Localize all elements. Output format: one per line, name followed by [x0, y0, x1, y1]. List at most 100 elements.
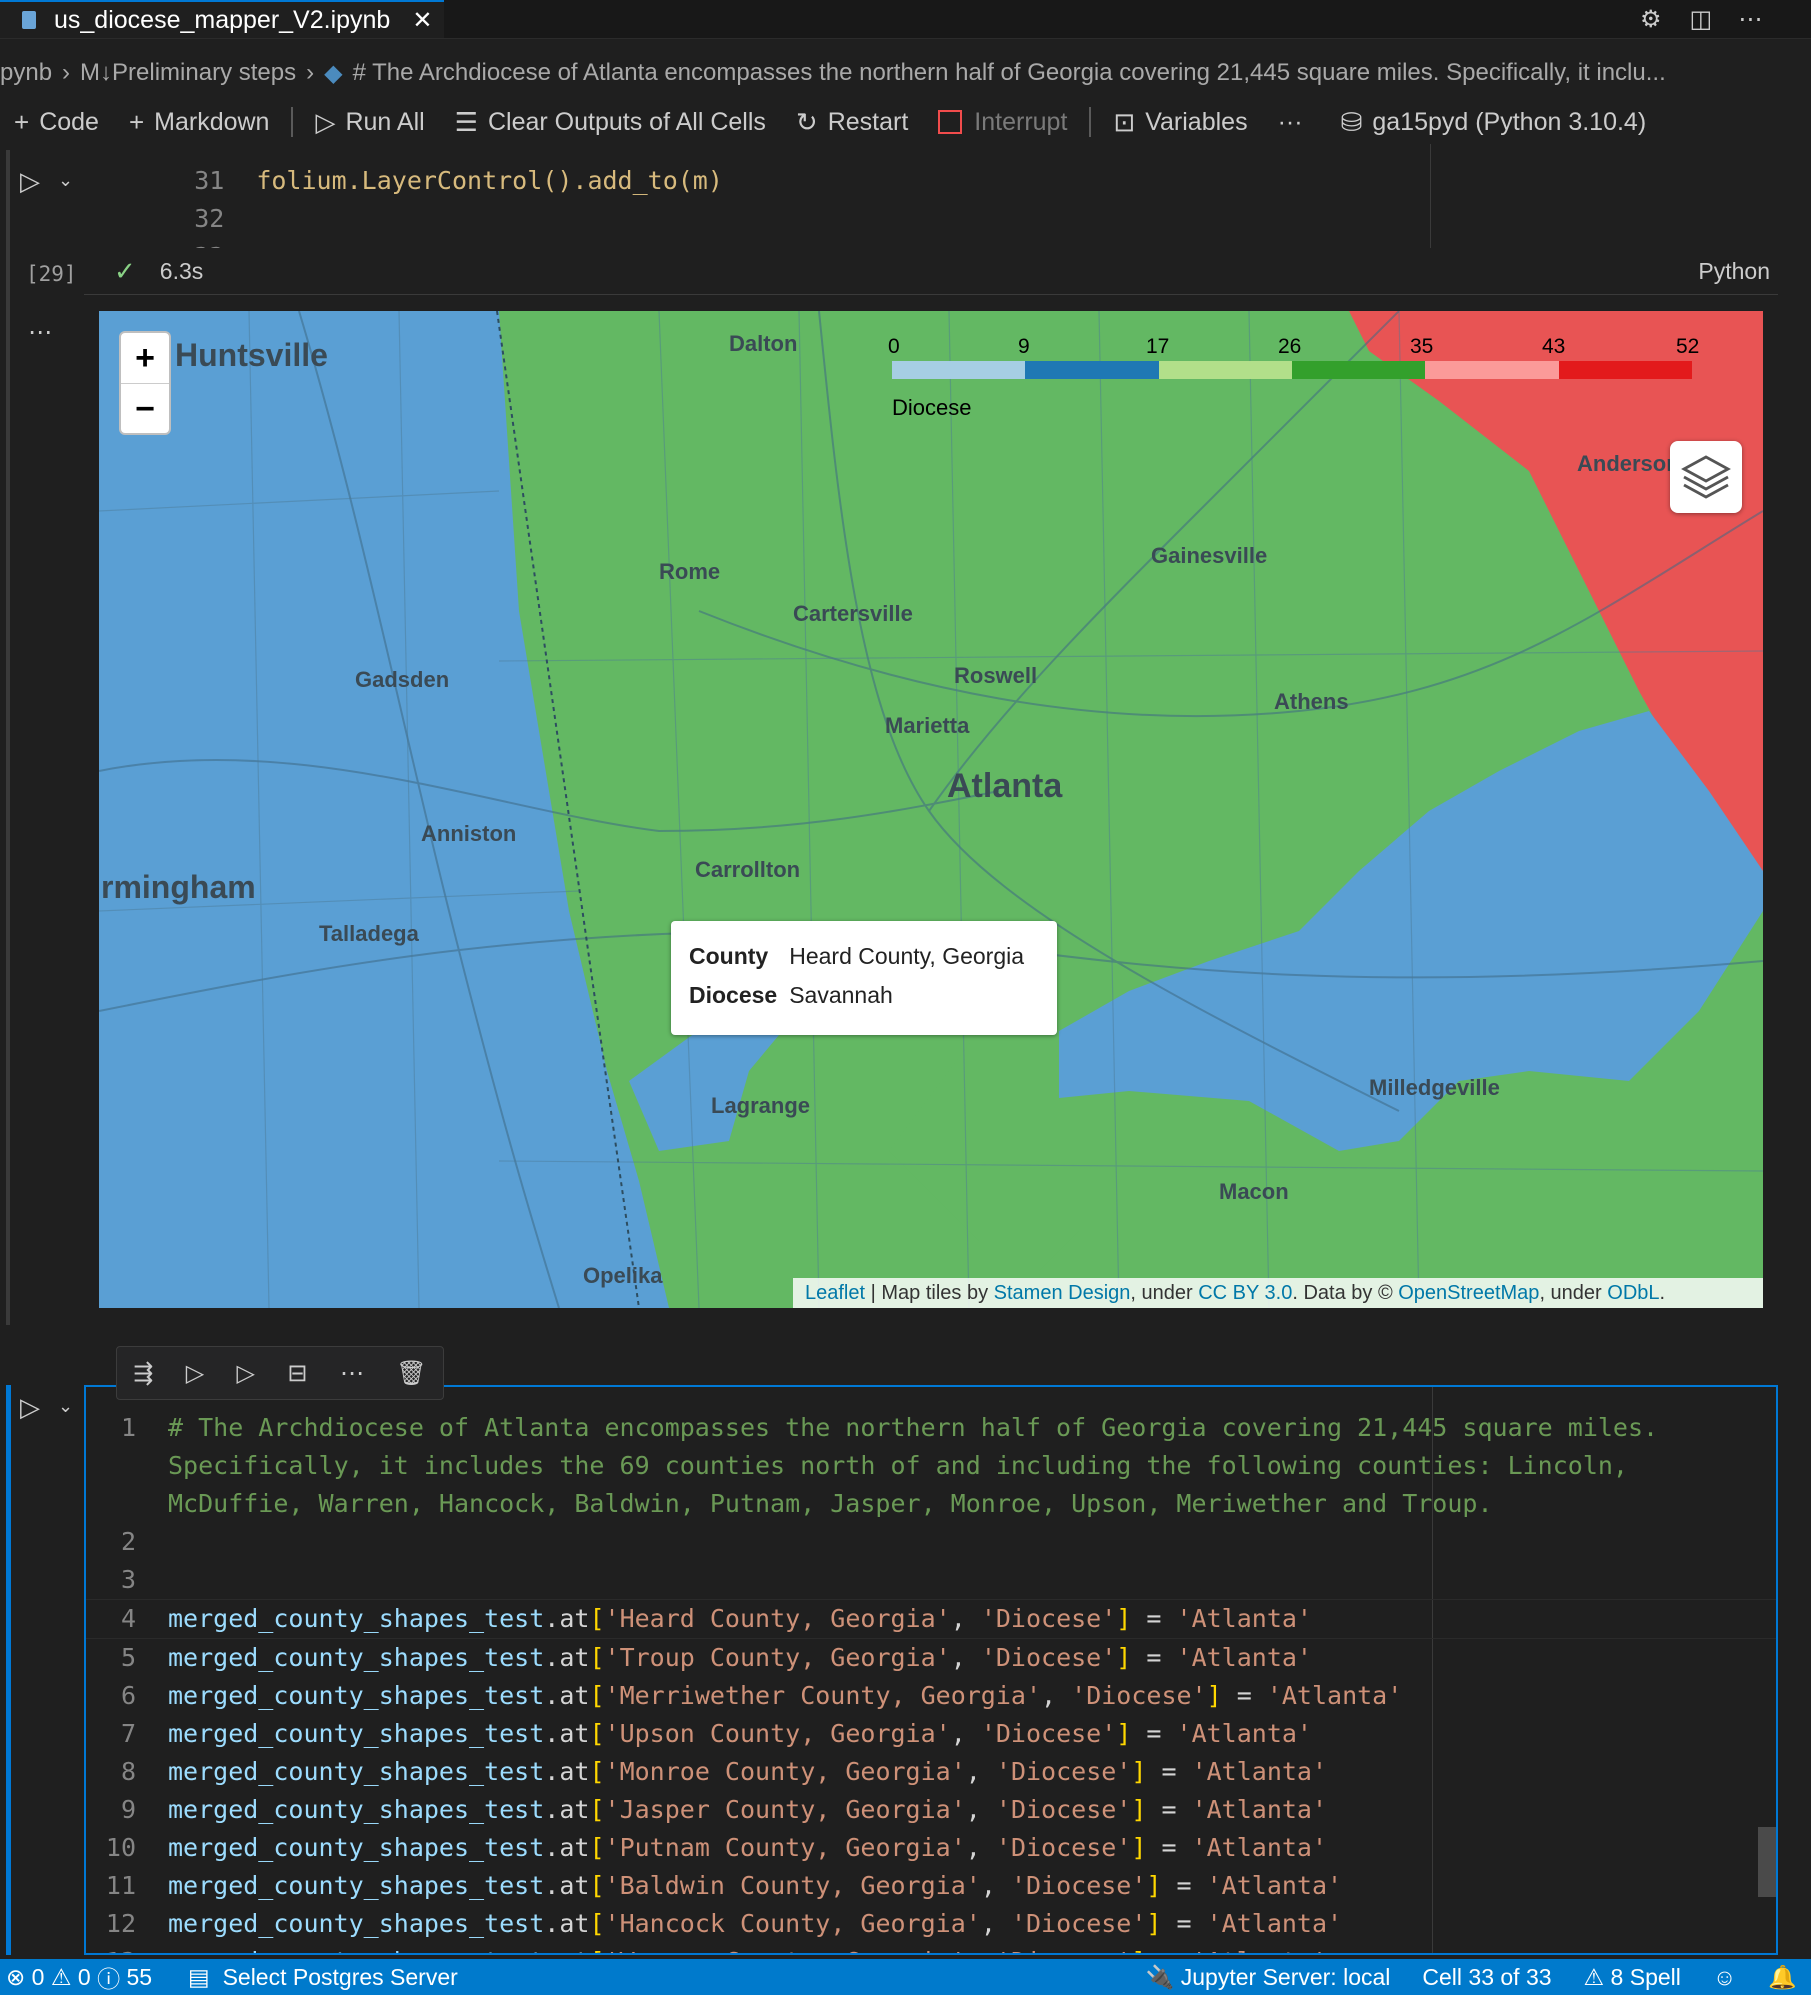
cell-position[interactable]: Cell 33 of 33 — [1422, 1964, 1551, 1991]
run-all-button[interactable]: ▷ Run All — [315, 107, 424, 138]
map-tooltip: County Heard County, Georgia Diocese Sav… — [671, 921, 1057, 1035]
delete-cell-icon[interactable]: 🗑 — [396, 1359, 426, 1388]
code-bracket: ] — [1131, 1757, 1147, 1786]
checkmark-icon: ✓ — [114, 256, 136, 286]
more-actions-icon[interactable]: ⋯ — [1738, 5, 1762, 34]
feedback-icon[interactable]: ☺ — [1713, 1964, 1736, 1991]
leaflet-link[interactable]: Leaflet — [805, 1282, 865, 1305]
add-code-cell-button[interactable]: + Code — [14, 107, 99, 138]
choropleth-layer — [99, 311, 1763, 1308]
kernel-picker[interactable]: ⛁ ga15pyd (Python 3.10.4) — [1341, 107, 1647, 138]
breadcrumb-item-file[interactable]: pynb — [0, 59, 52, 87]
split-cell-icon[interactable]: ⊟ — [287, 1359, 307, 1388]
code-quote: ' — [604, 1757, 620, 1786]
code-assign: = — [1161, 1871, 1207, 1900]
more-cell-actions-icon[interactable]: ⋯ — [340, 1359, 364, 1388]
breadcrumb-item-cell[interactable]: # The Archdiocese of Atlanta encompasses… — [353, 59, 1666, 87]
zoom-control: + − — [119, 331, 171, 435]
active-code-cell[interactable]: 1 # The Archdiocese of Atlanta encompass… — [84, 1385, 1778, 1955]
legend-tick: 43 — [1542, 335, 1566, 358]
jupyter-server-status[interactable]: 🔌 Jupyter Server: local — [1146, 1964, 1391, 1991]
city-label: Macon — [1219, 1179, 1289, 1204]
run-cell-icon[interactable]: ▷ — [20, 166, 40, 197]
legend-tick: 52 — [1676, 335, 1700, 358]
stamen-link[interactable]: Stamen Design — [994, 1282, 1131, 1305]
error-count: 0 — [31, 1963, 45, 1990]
gear-icon[interactable]: ⚙ — [1640, 5, 1662, 34]
notifications-bell-icon[interactable]: 🔔 — [1768, 1964, 1797, 1991]
line-number: 10 — [105, 1833, 136, 1862]
problems-indicator[interactable]: ⊗ 0 ⚠ 0 ⓘ 55 — [6, 1960, 152, 1994]
more-toolbar-button[interactable]: ··· — [1278, 108, 1303, 137]
execute-below-icon[interactable]: ▷ — [237, 1359, 255, 1388]
active-cell-indicator — [6, 1385, 11, 1955]
line-number: 31 — [194, 166, 225, 195]
clear-outputs-button[interactable]: ☰ Clear Outputs of All Cells — [455, 107, 766, 138]
code-quote: ' — [965, 1909, 981, 1938]
layer-control-button[interactable] — [1670, 441, 1742, 513]
chevron-down-icon[interactable]: ⌄ — [58, 1396, 73, 1417]
execute-above-icon[interactable]: ▷ — [186, 1359, 204, 1388]
code-comma: , — [950, 1604, 981, 1633]
run-all-label: Run All — [345, 107, 425, 136]
chevron-down-icon[interactable]: ⌄ — [58, 170, 73, 191]
ccby-link[interactable]: CC BY 3.0 — [1198, 1282, 1292, 1305]
spell-check-status[interactable]: ⚠ 8 Spell — [1584, 1964, 1681, 1991]
output-more-icon[interactable]: ⋯ — [28, 318, 52, 347]
code-line: 33m — [84, 200, 1430, 248]
execution-count: [29] — [26, 262, 77, 286]
previous-code-cell[interactable]: 31 folium.LayerControl().add_to(m) 32 33m… — [84, 144, 1778, 295]
add-markdown-cell-button[interactable]: + Markdown — [129, 107, 270, 138]
code-quote: ' — [935, 1719, 951, 1748]
interrupt-button[interactable]: Interrupt — [938, 108, 1067, 137]
code-county-string: Monroe County, Georgia — [619, 1757, 951, 1786]
tooltip-diocese-label: Diocese — [689, 982, 778, 1008]
close-tab-icon[interactable]: ✕ — [412, 6, 432, 35]
code-editor[interactable]: 1 # The Archdiocese of Atlanta encompass… — [86, 1409, 1776, 1953]
code-variable: merged_county_shapes_test — [168, 1681, 545, 1710]
odbl-link[interactable]: ODbL — [1607, 1282, 1659, 1305]
run-cell-icon[interactable]: ▷ — [20, 1392, 40, 1423]
breadcrumb-item-section[interactable]: M↓Preliminary steps — [80, 59, 296, 87]
toolbar-divider — [291, 107, 294, 137]
legend-swatch — [1425, 361, 1559, 379]
variables-button[interactable]: ⊡ Variables — [1113, 107, 1247, 138]
notebook-file-icon — [22, 11, 36, 29]
jupyter-label: Jupyter Server: local — [1180, 1963, 1391, 1990]
postgres-server-selector[interactable]: ▤ Select Postgres Server — [188, 1964, 458, 1991]
restart-label: Restart — [827, 107, 909, 136]
city-label: Dalton — [729, 331, 798, 356]
code-assign: = — [1161, 1909, 1207, 1938]
map-attribution: Leaflet | Map tiles by Stamen Design , u… — [793, 1278, 1763, 1308]
code-assign: = — [1131, 1604, 1177, 1633]
code-bracket: ] — [1116, 1604, 1132, 1633]
code-key-string: 'Diocese' — [995, 1757, 1132, 1786]
code-quote: ' — [604, 1681, 620, 1710]
code-comma: , — [965, 1795, 996, 1824]
jupyter-plug-icon: 🔌 — [1145, 1963, 1175, 1990]
code-comma: , — [950, 1719, 981, 1748]
notebook-tab[interactable]: us_diocese_mapper_V2.ipynb ✕ — [0, 0, 444, 38]
split-editor-icon[interactable]: ◫ — [1690, 5, 1713, 34]
code-quote: ' — [604, 1604, 620, 1633]
code-accessor: .at — [544, 1681, 590, 1710]
code-county-string: Putnam County, Georgia — [619, 1833, 951, 1862]
code-county-string: Baldwin County, Georgia — [619, 1871, 966, 1900]
code-line: 1 # The Archdiocese of Atlanta encompass… — [86, 1409, 1776, 1523]
cell-language[interactable]: Python — [1698, 258, 1770, 285]
code-variable: merged_county_shapes_test — [168, 1947, 544, 1953]
scrollbar-thumb[interactable] — [1758, 1827, 1776, 1897]
zoom-in-button[interactable]: + — [121, 333, 169, 383]
legend-tick: 9 — [1018, 335, 1030, 358]
zoom-out-button[interactable]: − — [121, 383, 169, 434]
osm-link[interactable]: OpenStreetMap — [1398, 1282, 1539, 1305]
code-variable: merged_county_shapes_test — [168, 1833, 545, 1862]
add-code-label: Code — [39, 107, 99, 136]
code-key-string: 'Diocese' — [1010, 1909, 1147, 1938]
code-comma: , — [980, 1909, 1011, 1938]
run-above-icon[interactable]: ⇶ — [133, 1359, 153, 1388]
info-icon: ⓘ — [97, 1966, 121, 1992]
restart-button[interactable]: ↻ Restart — [796, 107, 908, 138]
code-line: 13merged_county_shapes_test.at['Warren C… — [86, 1943, 1776, 1953]
leaflet-map[interactable]: Huntsville Dalton Rome Cartersville Gain… — [99, 311, 1763, 1308]
